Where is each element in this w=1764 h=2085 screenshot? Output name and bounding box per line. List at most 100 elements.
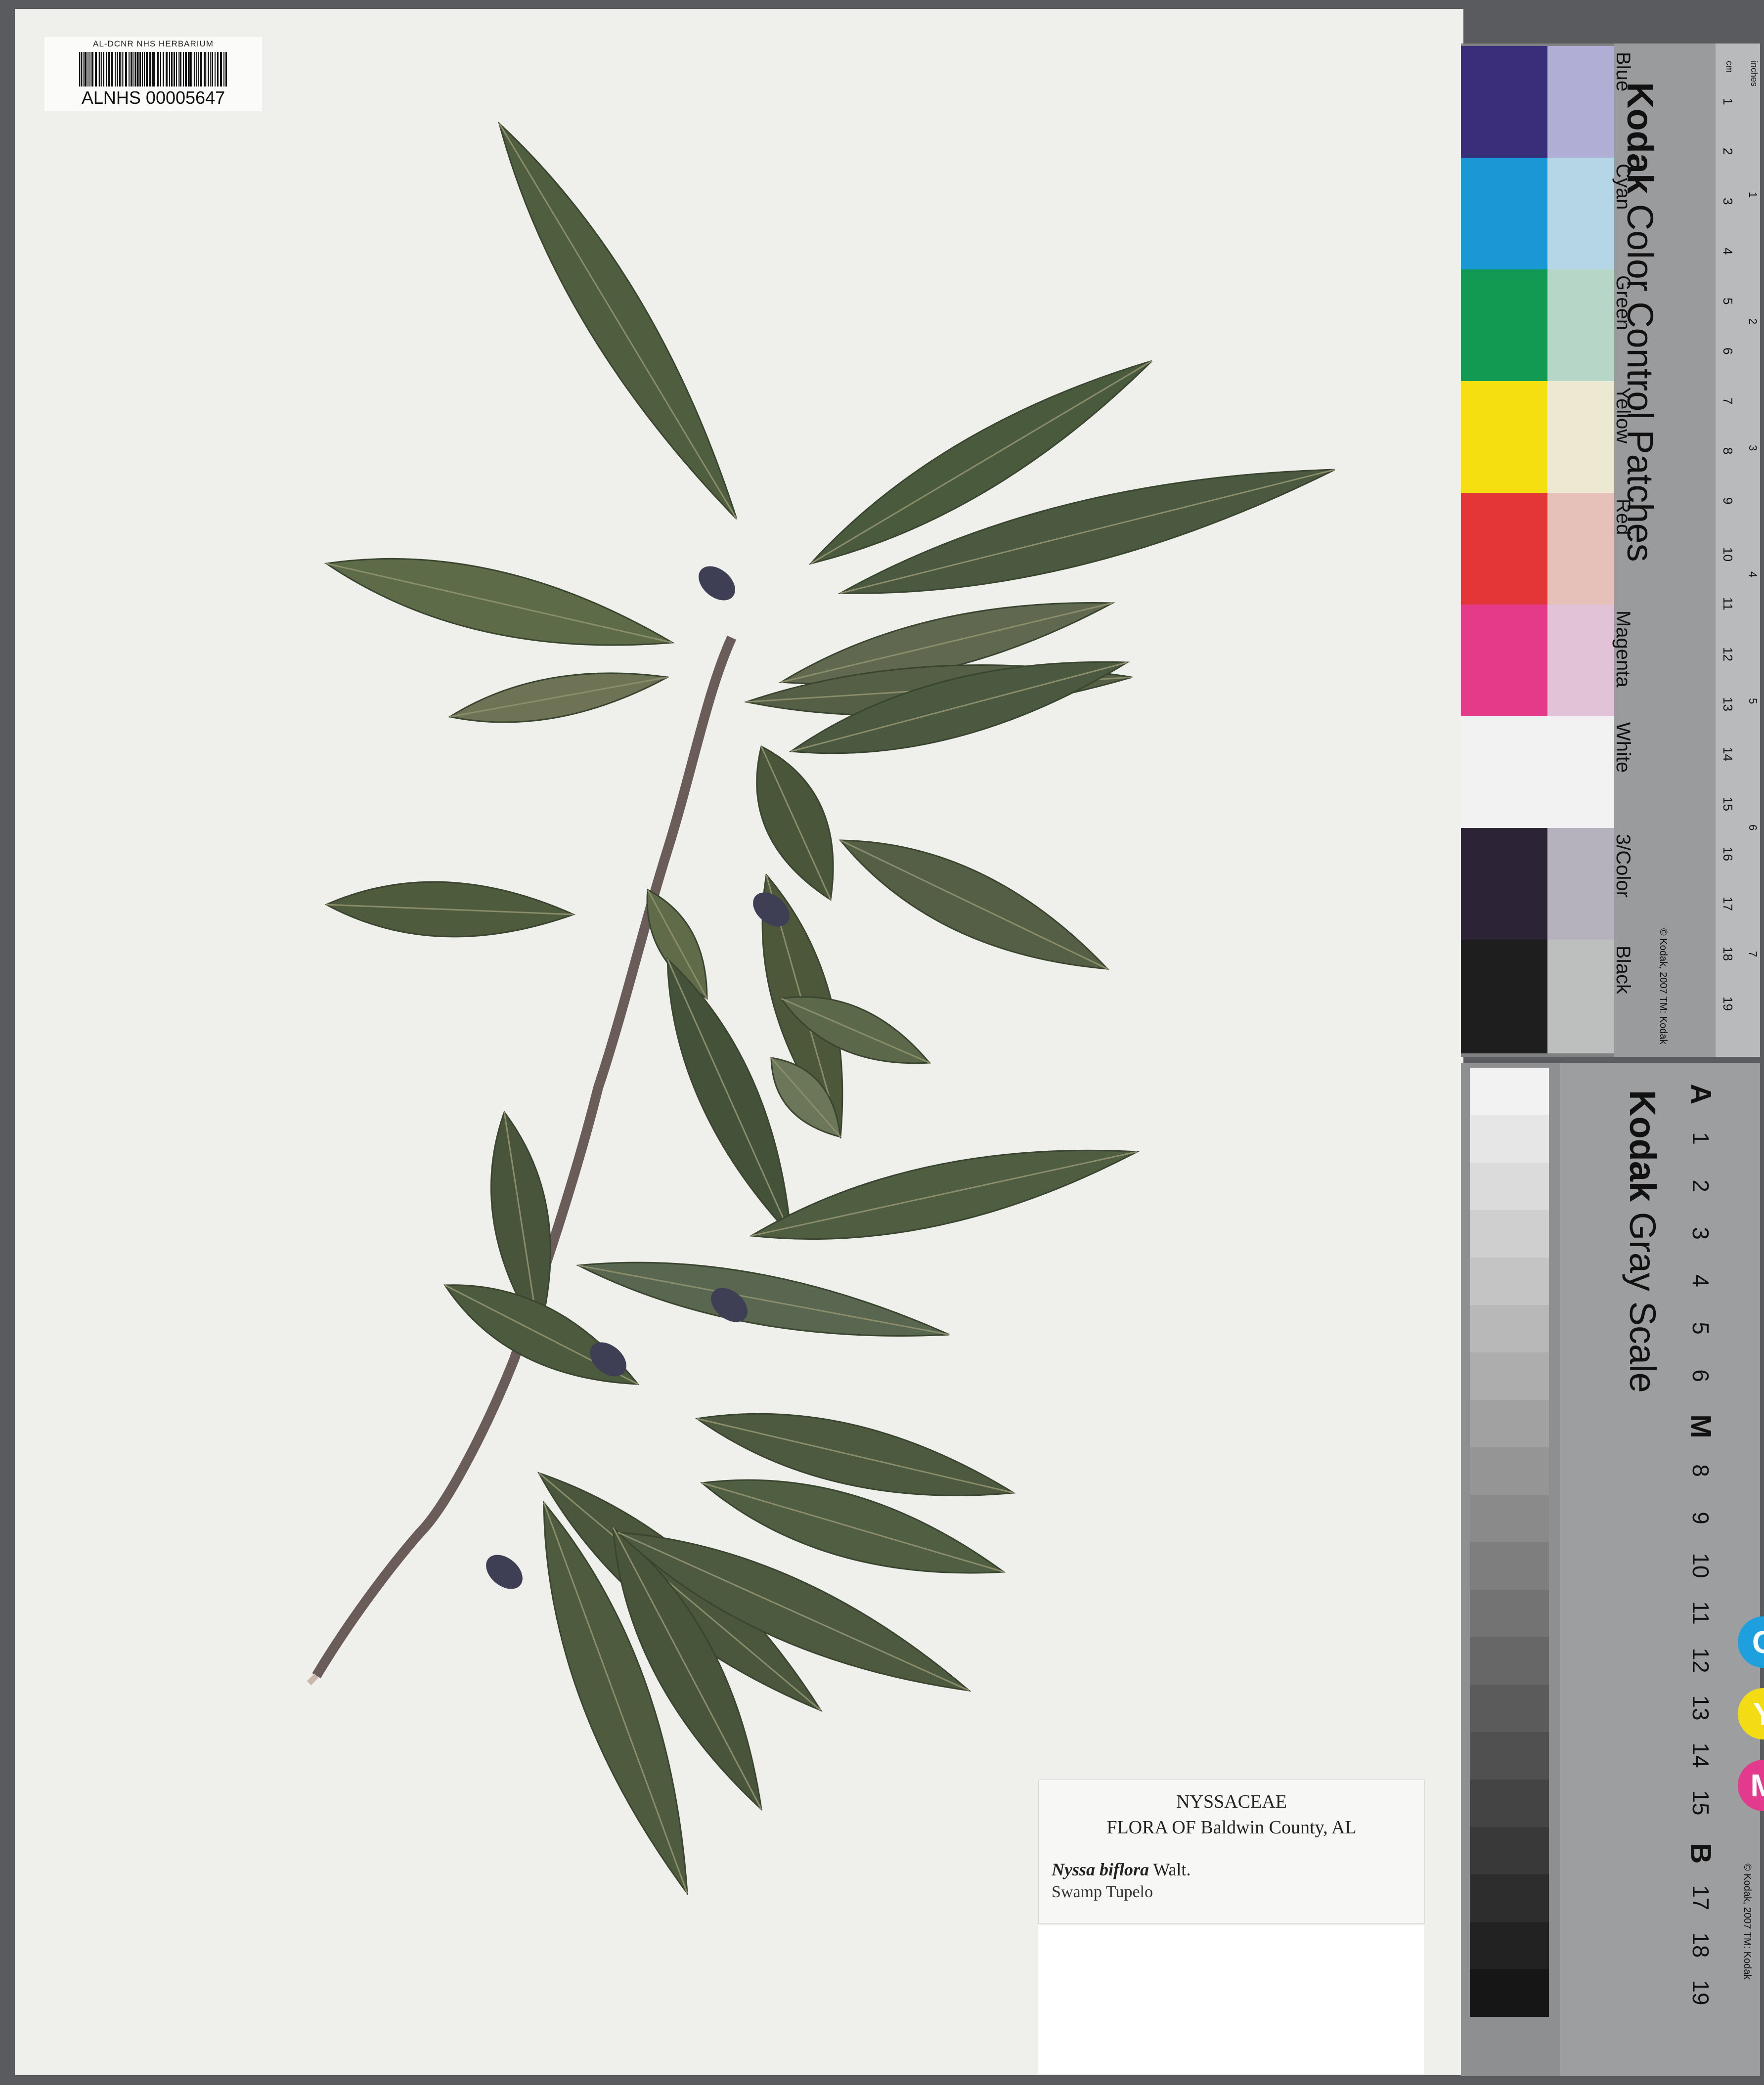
gray-step-label: 18 [1688, 1932, 1714, 1958]
gray-card-copyright: © Kodak, 2007 TM: Kodak [1742, 1864, 1753, 1980]
color-patch [1461, 828, 1547, 942]
color-card-legend: Kodak Color Control Patches Blue Cyan Gree… [1612, 43, 1760, 1084]
patch-label: Yellow [1612, 387, 1634, 444]
gray-step-label: 6 [1688, 1369, 1714, 1382]
color-patch [1461, 381, 1547, 495]
ruler-cm-label: 11 [1720, 597, 1735, 610]
ruler-inch-label: 4 [1747, 571, 1759, 578]
leaf-vein [840, 839, 1108, 970]
ruler-cm-label: 4 [1720, 248, 1735, 255]
gray-card-title: Kodak Gray Scale [1622, 1090, 1663, 1393]
patch-label: Cyan [1612, 164, 1634, 210]
collection-label: NYSSACEAE FLORA OF Baldwin County, AL Ny… [1038, 1780, 1425, 1924]
gray-scale-card: Kodak Gray Scale A 1 2 3 4 5 6 M 8 9 10 11 12 13 14 15 B… [1461, 1063, 1764, 2076]
authority: Walt. [1153, 1860, 1191, 1879]
ruler-cm-label: 17 [1720, 897, 1735, 911]
fruit [486, 1555, 523, 1589]
color-patch-light [1547, 493, 1614, 607]
ruler-cm-label: 13 [1720, 697, 1735, 711]
color-card-copyright: © Kodak, 2007 TM: Kodak [1658, 928, 1669, 1044]
color-patch-light [1547, 828, 1614, 942]
gray-step [1470, 1115, 1549, 1163]
gray-step-label: A [1684, 1084, 1717, 1105]
scientific-name: Nyssa biflora Walt. [1052, 1859, 1191, 1880]
gray-step-label: 14 [1688, 1742, 1714, 1768]
ruler-cm-label: 14 [1720, 747, 1735, 761]
label-blank-area [1038, 1925, 1424, 2074]
color-patch [1461, 269, 1547, 383]
patch-label: Blue [1612, 52, 1634, 92]
gray-step-label: 9 [1688, 1512, 1714, 1524]
leaf-cluster [324, 121, 1335, 1896]
ruler-inch-label: 7 [1747, 951, 1759, 957]
gray-step-label: 4 [1688, 1274, 1714, 1287]
gray-step-label: 12 [1688, 1648, 1714, 1673]
color-patch-light [1547, 940, 1614, 1053]
gray-step [1470, 1258, 1549, 1305]
gray-step [1470, 1922, 1549, 1969]
color-patch-light [1547, 716, 1614, 830]
color-patch [1461, 158, 1547, 271]
gray-step [1470, 1732, 1549, 1780]
color-patch [1461, 493, 1547, 607]
leaf-vein [498, 123, 738, 520]
ruler-cm-label: 12 [1720, 647, 1735, 661]
color-patch-light [1547, 158, 1614, 271]
color-patch [1461, 716, 1547, 830]
gray-card-legend: Kodak Gray Scale A 1 2 3 4 5 6 M 8 9 10 11 12 13 14 15 B… [1560, 1063, 1764, 2076]
patch-label: 3/Color [1612, 834, 1634, 898]
gray-step [1470, 1874, 1549, 1922]
species-name: Nyssa biflora [1052, 1860, 1149, 1879]
gray-step [1470, 1163, 1549, 1210]
gray-step [1470, 1590, 1549, 1637]
leaf [324, 558, 675, 646]
common-name: Swamp Tupelo [1052, 1883, 1153, 1901]
flora-location: FLORA OF Baldwin County, AL [1106, 1817, 1357, 1838]
gray-step [1470, 1780, 1549, 1827]
patch-label: Black [1612, 946, 1634, 994]
gray-step [1470, 1685, 1549, 1732]
ruler-cm-label: 7 [1720, 397, 1735, 405]
gray-step [1470, 1305, 1549, 1352]
ruler-cm-label: 19 [1720, 997, 1735, 1011]
gray-step-label: 10 [1688, 1553, 1714, 1578]
patch-label: White [1612, 722, 1634, 773]
ruler-cm-label: 1 [1720, 98, 1735, 105]
gray-step-label: 11 [1688, 1601, 1714, 1625]
gray-step [1470, 1969, 1549, 2017]
fruit [699, 566, 735, 601]
color-control-card: Kodak Color Control Patches Blue Cyan Gree… [1461, 43, 1760, 1084]
ruler-inch-label: 2 [1747, 318, 1759, 325]
gray-step [1470, 1352, 1549, 1400]
gray-step-label: 3 [1688, 1227, 1714, 1240]
gray-step-label: 19 [1688, 1980, 1714, 2005]
ruler-inch-label: 3 [1747, 445, 1759, 451]
ruler-cm-label: 16 [1720, 847, 1735, 861]
color-patch [1461, 46, 1547, 160]
ruler-cm-label: 5 [1720, 298, 1735, 305]
gray-step [1470, 1637, 1549, 1685]
ruler: cm inches 1 2 3 4 5 6 7 8 9 10 11 12 13 14 15 16 17 18 19 1… [1716, 43, 1760, 1084]
gray-step [1470, 1495, 1549, 1542]
ruler-cm-label: 3 [1720, 198, 1735, 205]
patch-label: Magenta [1612, 610, 1634, 688]
gray-step-label: B [1684, 1843, 1717, 1864]
gray-step-label: 15 [1688, 1790, 1714, 1816]
ruler-cm-label: 9 [1720, 497, 1735, 505]
gray-step [1470, 1542, 1549, 1590]
gray-step-label: 17 [1688, 1885, 1714, 1911]
patch-label: Green [1612, 275, 1634, 331]
gray-step-label: 5 [1688, 1322, 1714, 1335]
gray-step-label: 2 [1688, 1179, 1714, 1192]
ruler-cm-label: 6 [1720, 348, 1735, 355]
gray-step [1470, 1827, 1549, 1874]
gray-step [1470, 1210, 1549, 1258]
gray-step-label: 1 [1688, 1132, 1714, 1145]
family-name: NYSSACEAE [1176, 1791, 1287, 1812]
gray-step-label: 8 [1688, 1464, 1714, 1477]
ruler-inch-label: 1 [1747, 192, 1759, 198]
color-patch [1461, 940, 1547, 1053]
gray-step-label: M [1684, 1414, 1717, 1438]
color-patch-light [1547, 605, 1614, 718]
color-patch [1461, 605, 1547, 718]
